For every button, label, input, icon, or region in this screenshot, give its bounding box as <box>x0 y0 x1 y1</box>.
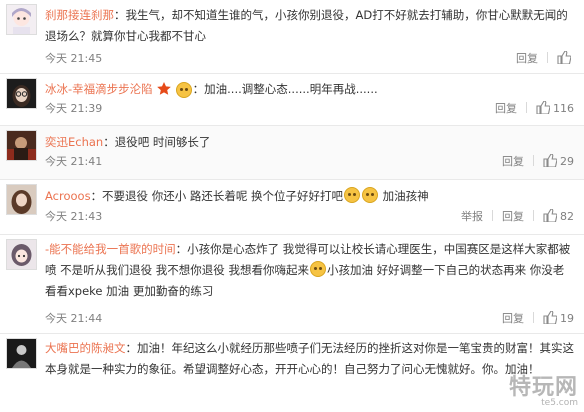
like-count: 116 <box>553 102 574 115</box>
site-watermark: 特玩网 te5.com <box>509 369 578 408</box>
comment-text: ：退役吧 时间够长了 <box>103 135 211 149</box>
thumbs-up-icon <box>536 100 551 115</box>
comment-item: 大嘴巴的陈昶文：加油！年纪这么小就经历那些喷子们无法经历的挫折这对你是一笔宝贵的… <box>0 334 584 412</box>
comment-list: 刹那接连刹那：我生气，却不知道生谁的气，小孩你别退役，AD打不好就去打辅助，你甘… <box>0 0 584 412</box>
divider <box>533 312 534 323</box>
like-button[interactable]: 19 <box>543 310 574 325</box>
like-button[interactable]: 116 <box>536 100 574 115</box>
thumbs-up-icon <box>543 153 558 168</box>
like-count: 82 <box>560 210 574 223</box>
comment-time: 今天 21:44 <box>45 312 103 325</box>
username-link[interactable]: 奕迅Echan <box>45 135 103 149</box>
username-link[interactable]: -能不能给我一首歌的时间 <box>45 242 176 256</box>
emoji-badge-icon <box>175 81 193 102</box>
thumbs-up-icon <box>543 208 558 223</box>
like-button[interactable]: 82 <box>543 208 574 223</box>
username-link[interactable]: 冰冰-幸福滴步步沦陷 <box>45 82 153 96</box>
dark-photo-avatar-icon[interactable] <box>6 130 37 161</box>
comment-item: Acrooos：不要退役 你还小 路还长着呢 换个位子好好打吧 加油孩神 今天 … <box>0 180 584 235</box>
worried-emoji-icon <box>309 261 326 277</box>
divider <box>526 102 527 113</box>
like-button[interactable]: 29 <box>543 153 574 168</box>
comment-item: 刹那接连刹那：我生气，却不知道生谁的气，小孩你别退役，AD打不好就去打辅助，你甘… <box>0 0 584 74</box>
reply-button[interactable]: 回复 <box>502 312 524 325</box>
divider <box>533 155 534 166</box>
comment-item: 奕迅Echan：退役吧 时间够长了 今天 21:41 回复 29 <box>0 126 584 180</box>
thumbs-up-icon <box>543 310 558 325</box>
divider <box>547 52 548 63</box>
reply-button[interactable]: 回复 <box>495 102 517 115</box>
thumbs-up-icon <box>557 50 572 65</box>
comment-time: 今天 21:43 <box>45 210 103 223</box>
reply-button[interactable]: 回复 <box>502 155 524 168</box>
anime-avatar-icon[interactable] <box>6 4 37 35</box>
comment-text: ：加油....调整心态......明年再战...... <box>192 82 378 96</box>
like-count: 19 <box>560 312 574 325</box>
worried-emoji-icon <box>344 187 361 203</box>
username-link[interactable]: 大嘴巴的陈昶文 <box>45 341 126 355</box>
glasses-avatar-icon[interactable] <box>6 78 37 109</box>
comment-time: 今天 21:39 <box>45 102 103 115</box>
reply-button[interactable]: 回复 <box>502 210 524 223</box>
girl-avatar-icon[interactable] <box>6 184 37 215</box>
anime-girl-avatar-icon[interactable] <box>6 239 37 270</box>
report-button[interactable]: 举报 <box>461 210 483 223</box>
watermark-title: 特玩网 <box>508 375 578 400</box>
like-button[interactable] <box>557 50 574 65</box>
like-count: 29 <box>560 155 574 168</box>
divider <box>533 210 534 221</box>
comment-item: 冰冰-幸福滴步步沦陷 ：加油....调整心态......明年再战...... 今天… <box>0 74 584 126</box>
comment-time: 今天 21:41 <box>45 155 103 168</box>
comment-text: ：我生气，却不知道生谁的气，小孩你别退役，AD打不好就去打辅助，你甘心默默无闻的… <box>45 8 568 43</box>
username-link[interactable]: Acrooos <box>45 189 91 203</box>
comment-time: 今天 21:45 <box>45 52 103 65</box>
comment-text: 加油孩神 <box>379 189 429 203</box>
star-badge-icon <box>156 81 171 102</box>
smile-emoji-icon <box>175 82 192 98</box>
divider <box>492 210 493 221</box>
reply-button[interactable]: 回复 <box>516 52 538 65</box>
comment-item: -能不能给我一首歌的时间：小孩你是心态炸了 我觉得可以让校长请心理医生，中国赛区… <box>0 235 584 334</box>
comment-text: ：不要退役 你还小 路还长着呢 换个位子好好打吧 <box>90 189 344 203</box>
dark-avatar-icon[interactable] <box>6 338 37 369</box>
username-link[interactable]: 刹那接连刹那 <box>45 8 114 22</box>
worried-emoji-icon <box>362 187 379 203</box>
